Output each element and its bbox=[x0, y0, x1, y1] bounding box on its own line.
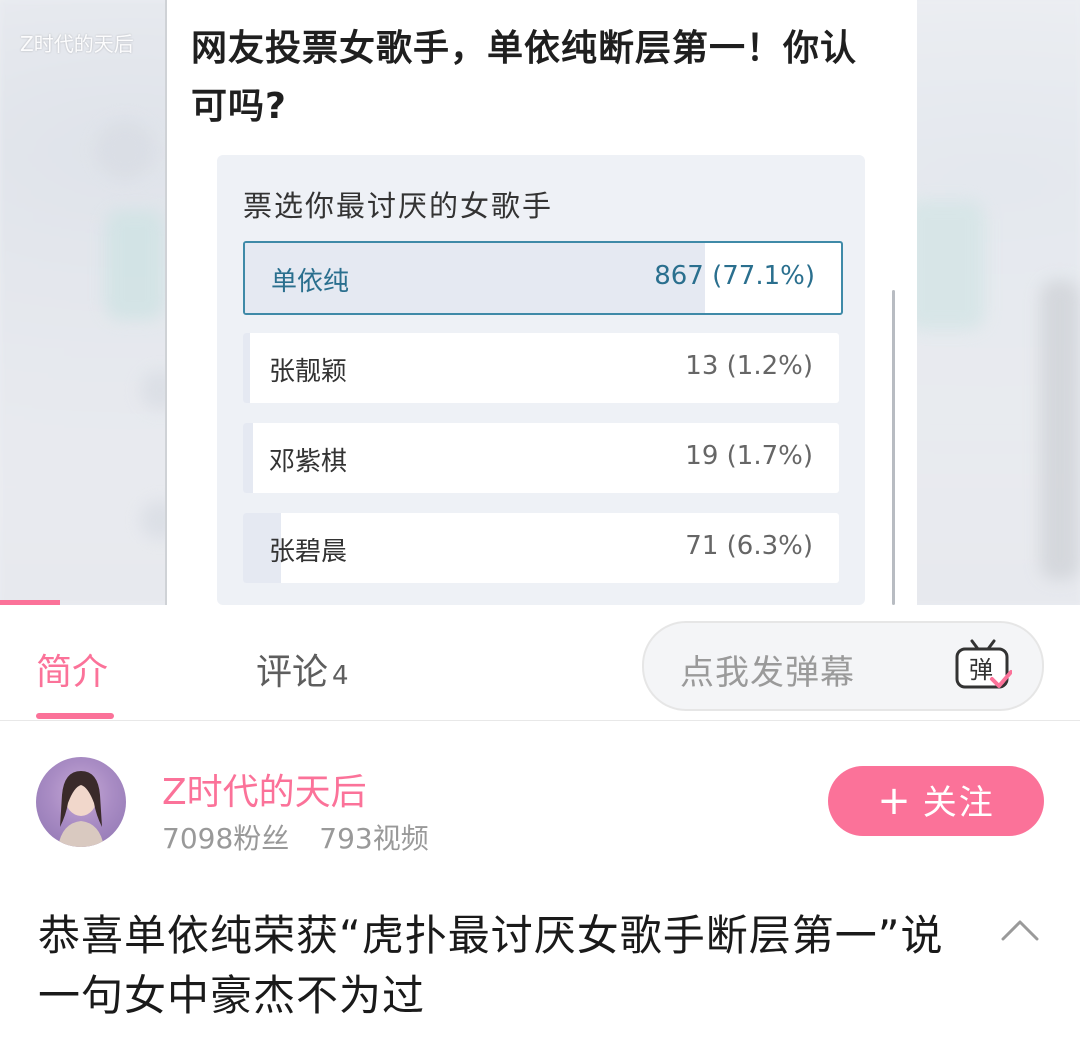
poll-option-name: 邓紫棋 bbox=[269, 447, 348, 477]
screenshot-panel: 网友投票女歌手，单依纯断层第一！你认可吗? 票选你最讨厌的女歌手 单依纯 867… bbox=[165, 0, 917, 605]
chevron-up-icon[interactable] bbox=[1000, 915, 1040, 945]
post-title: 网友投票女歌手，单依纯断层第一！你认可吗? bbox=[191, 28, 858, 127]
avatar[interactable] bbox=[36, 757, 126, 847]
avatar-image bbox=[58, 771, 104, 847]
follow-button[interactable]: + 关注 bbox=[828, 766, 1044, 836]
video-count: 793视频 bbox=[319, 822, 429, 855]
poll-title: 票选你最讨厌的女歌手 bbox=[243, 189, 554, 223]
poll-option-count: 13 (1.2%) bbox=[685, 351, 813, 381]
tab-intro-label: 简介 bbox=[36, 652, 109, 693]
poll-card: 票选你最讨厌的女歌手 单依纯 867 (77.1%) 张靓颖 13 (1.2%)… bbox=[217, 155, 865, 605]
blur-shape bbox=[105, 210, 165, 320]
poll-option: 张靓颖 13 (1.2%) bbox=[243, 333, 839, 403]
poll-option-name: 单依纯 bbox=[271, 267, 350, 297]
poll-option-fill bbox=[243, 423, 254, 493]
danmaku-icon-label: 弹 bbox=[969, 656, 993, 684]
uploader-stats: 7098粉丝 793视频 bbox=[162, 817, 429, 857]
poll-option-count: 19 (1.7%) bbox=[685, 441, 813, 471]
poll-option: 张碧晨 71 (6.3%) bbox=[243, 513, 839, 583]
video-watermark: Z时代的天后 bbox=[20, 32, 134, 56]
blur-shape bbox=[905, 200, 985, 330]
tab-comments[interactable]: 评论 4 bbox=[256, 643, 349, 695]
follow-label: 关注 bbox=[922, 783, 995, 823]
blur-shape bbox=[95, 120, 155, 180]
poll-option-fill bbox=[243, 333, 251, 403]
comments-count: 4 bbox=[332, 661, 349, 691]
danmaku-placeholder: 点我发弹幕 bbox=[680, 653, 855, 693]
danmaku-tv-icon[interactable]: 弹 bbox=[954, 639, 1012, 693]
poll-option: 邓紫棋 19 (1.7%) bbox=[243, 423, 839, 493]
tab-comments-label: 评论 bbox=[256, 652, 329, 693]
active-tab-indicator bbox=[36, 713, 114, 719]
uploader-name[interactable]: Z时代的天后 bbox=[162, 763, 367, 815]
video-title: 恭喜单依纯荣获“虎扑最讨厌女歌手断层第一”说一句女中豪杰不为过 bbox=[38, 911, 944, 1020]
screenshot-scrollbar bbox=[892, 290, 895, 605]
blur-shape bbox=[1040, 280, 1080, 580]
follower-count: 7098粉丝 bbox=[162, 822, 290, 855]
danmaku-input[interactable]: 点我发弹幕 弹 bbox=[642, 621, 1044, 711]
plus-icon: + bbox=[877, 778, 913, 824]
poll-option: 单依纯 867 (77.1%) bbox=[243, 241, 843, 315]
poll-option-name: 张碧晨 bbox=[269, 537, 348, 567]
poll-option-name: 张靓颖 bbox=[269, 357, 348, 387]
tab-bar: 简介 评论 4 点我发弹幕 弹 bbox=[0, 605, 1080, 721]
tab-intro[interactable]: 简介 bbox=[36, 643, 108, 695]
poll-option-count: 867 (77.1%) bbox=[654, 261, 815, 291]
poll-option-count: 71 (6.3%) bbox=[685, 531, 813, 561]
video-player[interactable]: 网友投票女歌手，单依纯断层第一！你认可吗? 票选你最讨厌的女歌手 单依纯 867… bbox=[0, 0, 1080, 605]
